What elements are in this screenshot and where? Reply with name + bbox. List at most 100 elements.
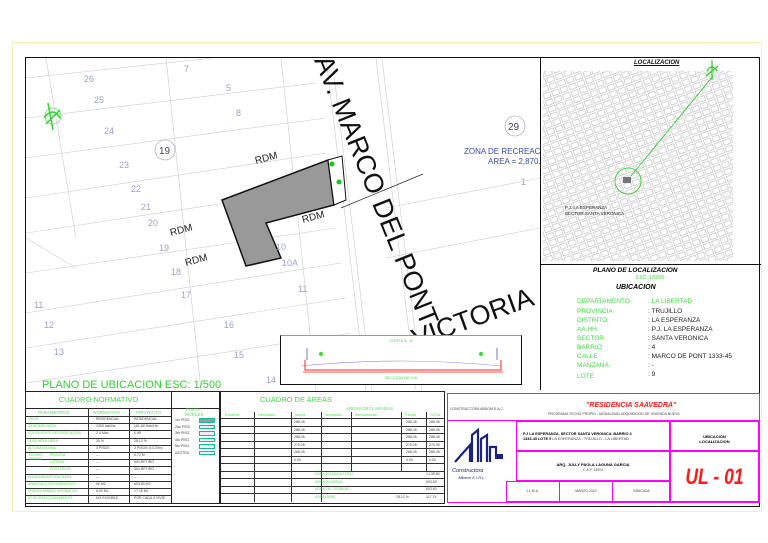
zone-label: ZONA DE RECREACI <box>464 147 540 156</box>
piso-swatch <box>199 418 215 423</box>
svg-text:26: 26 <box>84 74 94 84</box>
drawn-by: J.L.M.A. <box>526 489 539 493</box>
area-nueva: 288.45 <box>294 427 305 432</box>
logo-text-1: Constructora <box>452 468 484 474</box>
ubicacion-value: : - <box>648 362 654 369</box>
date: MARZO-2021 <box>575 489 597 493</box>
ubicacion-value: : MARCO DE PONT 1333-45 <box>648 353 733 360</box>
declared-header: AREAS DECLARADAS <box>346 406 394 411</box>
section-subtitle: SECCION DE VIA <box>384 375 418 380</box>
cuadro-normativo-title: CUADRO NORMATIVO <box>58 395 139 404</box>
architect-name: ARQ. JULLY PAOLA LAGUNA GARCIA <box>556 462 630 467</box>
ubicacion-value: : LA LIBERTAD <box>648 298 693 305</box>
svg-text:1: 1 <box>521 177 526 187</box>
area-total: 270.09 <box>429 442 440 447</box>
svg-text:RDM: RDM <box>169 222 194 239</box>
piso-label: 5to PISO <box>175 444 190 448</box>
column-header: PISOS / NIVELES <box>184 407 204 417</box>
summary-value: 603.60 <box>426 479 437 484</box>
row-normativo: 30 % <box>96 438 104 443</box>
row-parameter: FRONTAL <box>50 453 67 457</box>
ubicacion-label: AA.HH. <box>577 326 599 333</box>
svg-text:5: 5 <box>226 83 231 93</box>
piso-swatch <box>199 437 215 442</box>
program-name: PROGRAMA TECHO PROPIO - MODALIDAD ADQUIS… <box>548 412 680 416</box>
area-total: 288.45 <box>429 420 440 424</box>
ubicacion-value: : TRUJILLO <box>648 308 683 315</box>
summary-label: AREA OCUPADA <box>315 479 343 484</box>
row-parameter: POSTERIOR <box>50 467 71 472</box>
area-nueva: 288.45 <box>294 450 305 454</box>
address-line-1: P.J LA ESPERANZA, SECTOR SANTA VERONICA,… <box>523 432 632 436</box>
piso-swatch <box>199 444 215 449</box>
company-logo <box>454 427 503 463</box>
column-header: TOTAL <box>430 413 441 417</box>
svg-text:22: 22 <box>131 184 141 194</box>
row-normativo: RESIDENCIAL <box>96 417 120 421</box>
row-parameter: USOS <box>28 417 38 421</box>
svg-text:8: 8 <box>236 108 241 118</box>
row-proyecto: 0.98 <box>134 431 141 436</box>
ubicacion-label: LOTE <box>577 373 594 380</box>
summary-label: AREA LIBRE <box>315 494 336 499</box>
svg-text:10: 10 <box>276 242 286 252</box>
summary-value: 117.74 <box>426 494 437 499</box>
piso-label: 2do PISO <box>175 424 191 429</box>
localization-plan-title: PLANO DE LOCALIZACION <box>593 267 678 274</box>
green-marker <box>329 161 335 167</box>
row-proyecto: RESIDENCIAL <box>134 417 158 421</box>
ubicacion-title: UBICACION <box>616 284 656 291</box>
svg-text:7: 7 <box>184 64 189 74</box>
row-proyecto: 0.72 M <box>134 453 145 457</box>
ubicacion-value: : P.J. LA ESPERANZA <box>648 326 713 333</box>
localization-map-frame: LOCALIZACION P.J. LA ESPERANZA SECTOR SA… <box>541 57 761 265</box>
row-proyecto: 161.66 Hab/Ha <box>134 424 158 429</box>
area-parcial: 288.45 <box>406 420 417 424</box>
block-label-29: 29 <box>504 115 526 137</box>
row-parameter: ALINEAMIENTO FACHADA <box>28 474 72 479</box>
row-normativo: --- <box>96 460 100 465</box>
area-nueva: 288.45 <box>294 435 305 439</box>
svg-text:12: 12 <box>44 320 54 330</box>
row-proyecto: SIN RETIRO <box>134 460 155 465</box>
area-parcial: 288.45 <box>406 450 417 454</box>
svg-text:18: 18 <box>171 267 181 277</box>
cuadro-normativo: CUADRO NORMATIVO PARAMETROS NORMATIVO PR… <box>25 391 220 504</box>
ubicacion-label: SECTOR <box>577 335 604 342</box>
ubicacion-label: DEPARTAMENTO <box>577 298 630 305</box>
sheet-name-2: LOCALIZACION <box>699 439 730 444</box>
row-proyecto: SIN RETIRO <box>134 467 155 472</box>
piso-label: AZOTEA <box>175 450 190 455</box>
row-parameter: ALTURA MAXIMA <box>28 445 57 450</box>
project-name: "RESIDENCIA SAAVEDRA" <box>586 402 677 409</box>
svg-text:P.J. LA ESPERANZA: P.J. LA ESPERANZA <box>565 205 607 210</box>
area-parcial: 270.09 <box>406 442 417 447</box>
summary-value: 603.60 <box>426 487 437 491</box>
piso-swatch <box>199 431 215 436</box>
ubicacion-label: CALLE <box>577 353 598 360</box>
ubicacion-label: MANZANA <box>577 362 609 369</box>
svg-text:19: 19 <box>159 243 169 253</box>
sheet-code: UL - 01 <box>685 464 744 489</box>
svg-text:17: 17 <box>181 290 191 300</box>
row-proyecto: 3 PISOS (10.20m) <box>134 445 163 450</box>
area-nueva: 0.00 <box>294 457 301 462</box>
block-label-19: 19 <box>154 139 176 161</box>
column-header: Existente <box>225 413 240 417</box>
cuadro-areas: CUADRO DE AREAS AREAS DECLARADAS Existen… <box>220 391 445 504</box>
row-normativo: 3 PISOS <box>96 445 110 450</box>
svg-text:21: 21 <box>141 202 151 212</box>
summary-label: AREA DEL TERRENO <box>315 487 351 491</box>
column-header: Parcial <box>405 413 416 417</box>
row-normativo: 90 M2 <box>96 481 106 486</box>
svg-text:24: 24 <box>104 126 114 136</box>
svg-text:RDM: RDM <box>254 150 279 167</box>
column-header: PARAMETROS <box>38 410 70 415</box>
svg-text:SECTOR SANTA VERONICA: SECTOR SANTA VERONICA <box>565 211 624 216</box>
row-normativo: --- <box>96 474 100 479</box>
localization-map: P.J. LA ESPERANZA SECTOR SANTA VERONICA <box>543 71 733 261</box>
svg-text:15: 15 <box>234 350 244 360</box>
row-parameter: % DE AREA LIBRE <box>28 438 59 443</box>
row-proyecto: --- <box>134 474 138 479</box>
piso-label: 3er PISO <box>175 431 190 435</box>
